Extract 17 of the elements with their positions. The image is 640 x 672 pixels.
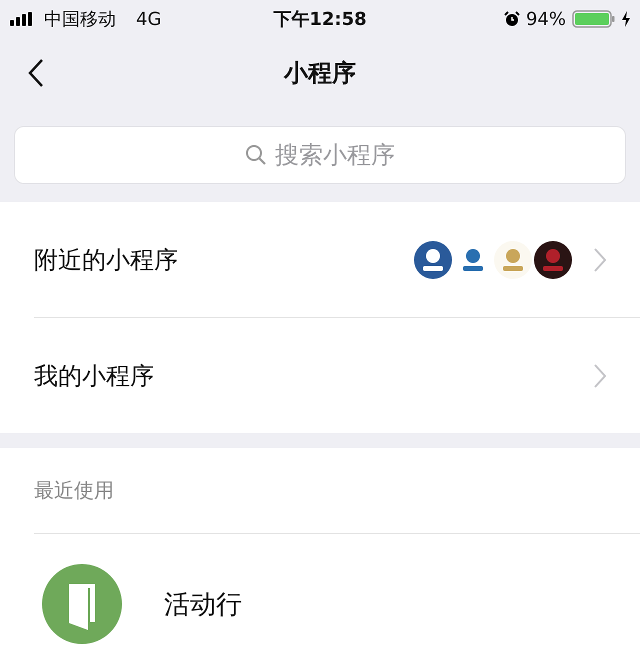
charging-bolt-icon <box>622 11 630 27</box>
search-icon <box>245 144 267 166</box>
network-type: 4G <box>136 8 162 30</box>
door-icon <box>42 564 122 644</box>
back-icon[interactable] <box>28 58 44 88</box>
carrier-name: 中国移动 <box>44 8 116 31</box>
menu-item[interactable]: 我的小程序 <box>34 318 640 433</box>
menu-item[interactable]: 附近的小程序 <box>34 202 640 318</box>
chevron-right-icon <box>594 364 606 388</box>
alarm-clock-icon <box>504 11 520 27</box>
section-header: 最近使用 <box>34 477 114 504</box>
status-time: 下午12:58 <box>273 8 367 31</box>
chevron-right-icon <box>594 248 606 272</box>
battery-icon <box>572 10 616 28</box>
battery-percent: 94% <box>526 8 566 30</box>
page-title: 小程序 <box>284 58 356 89</box>
mini-program-item[interactable]: 活动行 <box>0 534 640 672</box>
